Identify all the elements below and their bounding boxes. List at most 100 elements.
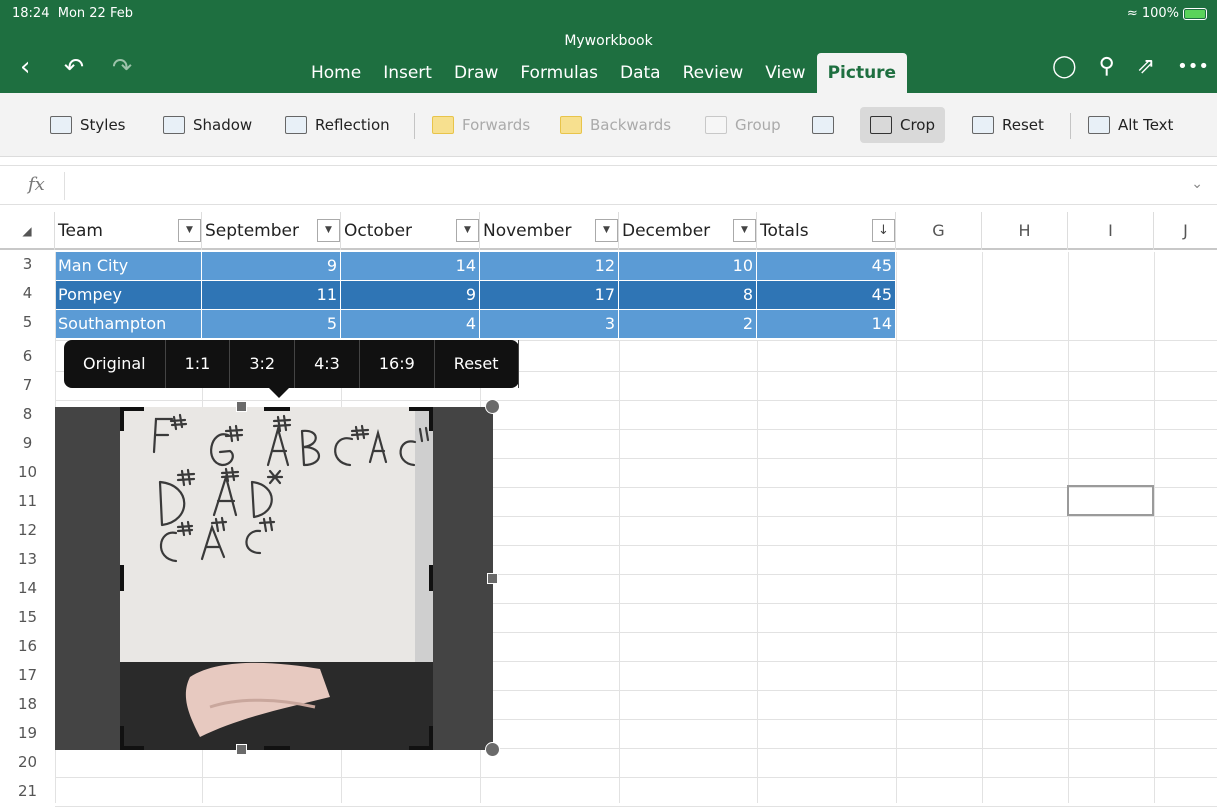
row-number[interactable]: 12 xyxy=(0,521,55,539)
select-all-icon[interactable]: ◢ xyxy=(0,212,55,250)
table-cell[interactable]: 5 xyxy=(202,310,341,339)
crop-corner-handle[interactable] xyxy=(120,726,124,750)
header-september[interactable]: September ▼ xyxy=(202,212,341,250)
crop-3-2-option[interactable]: 3:2 xyxy=(230,340,296,388)
tab-view[interactable]: View xyxy=(754,53,816,93)
row-number[interactable]: 7 xyxy=(0,376,55,394)
chevron-down-icon[interactable]: ⌄ xyxy=(1191,176,1203,192)
table-cell[interactable]: 14 xyxy=(341,252,480,281)
styles-button[interactable]: Styles xyxy=(50,107,126,143)
column-i[interactable]: I xyxy=(1068,212,1154,250)
header-december[interactable]: December ▼ xyxy=(619,212,757,250)
filter-dropdown-icon[interactable]: ▼ xyxy=(317,219,340,242)
tab-draw[interactable]: Draw xyxy=(443,53,509,93)
tab-review[interactable]: Review xyxy=(672,53,755,93)
table-cell[interactable]: Man City xyxy=(55,252,202,281)
music-notes-photo[interactable] xyxy=(120,407,433,750)
crop-16-9-option[interactable]: 16:9 xyxy=(360,340,435,388)
header-team[interactable]: Team ▼ xyxy=(55,212,202,250)
shadow-button[interactable]: Shadow xyxy=(163,107,252,143)
forwards-button[interactable]: Forwards xyxy=(432,107,530,143)
crop-edge-handle[interactable] xyxy=(264,407,290,411)
header-totals[interactable]: Totals ↓ xyxy=(757,212,896,250)
row-number[interactable]: 3 xyxy=(0,255,55,273)
table-cell[interactable]: Pompey xyxy=(55,281,202,310)
crop-1-1-option[interactable]: 1:1 xyxy=(166,340,231,388)
table-cell[interactable]: 12 xyxy=(480,252,619,281)
tab-formulas[interactable]: Formulas xyxy=(509,53,609,93)
crop-button[interactable]: Crop xyxy=(860,107,946,143)
row-number[interactable]: 11 xyxy=(0,492,55,510)
table-cell[interactable]: 9 xyxy=(202,252,341,281)
row-number[interactable]: 4 xyxy=(0,284,55,302)
crop-edge-handle[interactable] xyxy=(429,565,433,591)
undo-icon[interactable]: ↶ xyxy=(64,52,84,82)
back-icon[interactable]: ‹ xyxy=(20,52,30,82)
row-number[interactable]: 15 xyxy=(0,608,55,626)
crop-edge-handle[interactable] xyxy=(120,565,124,591)
row-number[interactable]: 14 xyxy=(0,579,55,597)
filter-dropdown-icon[interactable]: ▼ xyxy=(595,219,618,242)
tab-data[interactable]: Data xyxy=(609,53,672,93)
filter-dropdown-icon[interactable]: ▼ xyxy=(178,219,201,242)
column-h[interactable]: H xyxy=(982,212,1068,250)
table-cell[interactable]: 45 xyxy=(757,252,896,281)
row-number[interactable]: 5 xyxy=(0,313,55,331)
filter-dropdown-icon[interactable]: ▼ xyxy=(733,219,756,242)
row-number[interactable]: 17 xyxy=(0,666,55,684)
table-cell[interactable]: 14 xyxy=(757,310,896,339)
reflection-button[interactable]: Reflection xyxy=(285,107,390,143)
more-icon[interactable]: ••• xyxy=(1177,56,1209,77)
search-icon[interactable]: ⚲ xyxy=(1099,54,1115,79)
table-cell[interactable]: 4 xyxy=(341,310,480,339)
table-cell[interactable]: 2 xyxy=(619,310,757,339)
rotate-button[interactable] xyxy=(812,107,834,143)
alt-text-button[interactable]: Alt Text xyxy=(1088,107,1173,143)
resize-corner-handle[interactable] xyxy=(485,742,500,757)
crop-corner-handle[interactable] xyxy=(429,407,433,431)
crop-corner-handle[interactable] xyxy=(120,407,124,431)
row-number[interactable]: 21 xyxy=(0,782,55,800)
row-number[interactable]: 13 xyxy=(0,550,55,568)
filter-dropdown-icon[interactable]: ▼ xyxy=(456,219,479,242)
row-number[interactable]: 19 xyxy=(0,724,55,742)
crop-original-option[interactable]: Original xyxy=(64,340,166,388)
table-cell[interactable]: 10 xyxy=(619,252,757,281)
backwards-button[interactable]: Backwards xyxy=(560,107,671,143)
resize-handle[interactable] xyxy=(236,401,247,412)
table-cell[interactable]: 11 xyxy=(202,281,341,310)
selected-cell[interactable] xyxy=(1067,485,1154,516)
resize-handle[interactable] xyxy=(487,573,498,584)
table-cell[interactable]: 8 xyxy=(619,281,757,310)
resize-corner-handle[interactable] xyxy=(485,399,500,414)
cropped-picture[interactable] xyxy=(55,399,500,757)
column-g[interactable]: G xyxy=(896,212,982,250)
lightbulb-icon[interactable]: ◯ xyxy=(1052,54,1077,79)
table-cell[interactable]: 9 xyxy=(341,281,480,310)
row-number[interactable]: 18 xyxy=(0,695,55,713)
tab-picture[interactable]: Picture xyxy=(816,53,908,93)
row-number[interactable]: 20 xyxy=(0,753,55,771)
group-button[interactable]: Group xyxy=(705,107,781,143)
row-number[interactable]: 6 xyxy=(0,347,55,365)
table-cell[interactable]: 3 xyxy=(480,310,619,339)
table-cell[interactable]: Southampton xyxy=(55,310,202,339)
crop-corner-handle[interactable] xyxy=(429,726,433,750)
reset-button[interactable]: Reset xyxy=(972,107,1044,143)
header-october[interactable]: October ▼ xyxy=(341,212,480,250)
row-number[interactable]: 10 xyxy=(0,463,55,481)
tab-insert[interactable]: Insert xyxy=(372,53,443,93)
formula-bar[interactable]: fx ⌄ xyxy=(0,165,1217,205)
redo-icon[interactable]: ↷ xyxy=(112,52,132,82)
row-number[interactable]: 16 xyxy=(0,637,55,655)
row-number[interactable]: 8 xyxy=(0,405,55,423)
table-cell[interactable]: 45 xyxy=(757,281,896,310)
row-number[interactable]: 9 xyxy=(0,434,55,452)
share-icon[interactable]: ⇗ xyxy=(1137,54,1155,79)
column-j[interactable]: J xyxy=(1154,212,1217,250)
tab-home[interactable]: Home xyxy=(300,53,372,93)
table-cell[interactable]: 17 xyxy=(480,281,619,310)
crop-edge-handle[interactable] xyxy=(264,746,290,750)
crop-4-3-option[interactable]: 4:3 xyxy=(295,340,360,388)
header-november[interactable]: November ▼ xyxy=(480,212,619,250)
